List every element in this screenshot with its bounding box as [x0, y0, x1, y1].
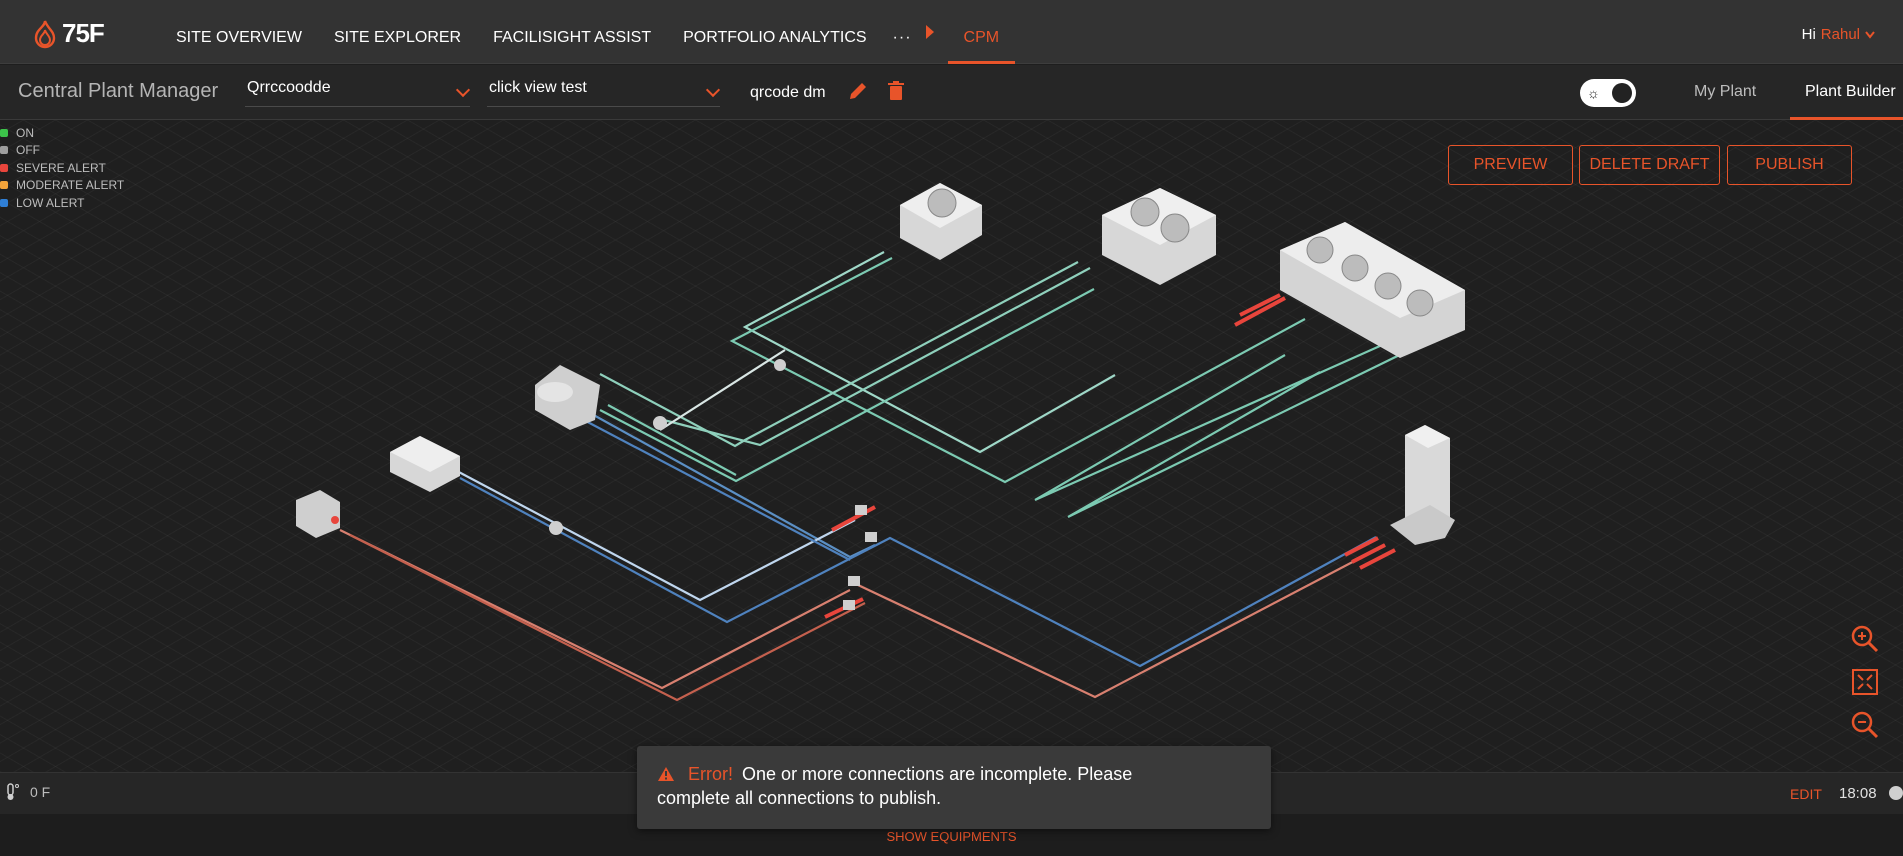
- toast-message-line2: complete all connections to publish.: [657, 788, 942, 808]
- flame-logo-icon: [34, 20, 56, 48]
- top-navigation-bar: 75F SITE OVERVIEW SITE EXPLORER FACILISI…: [0, 0, 1903, 64]
- site-select-value: Qrrccoodde: [247, 79, 331, 96]
- hot-water-pipes: [339, 529, 1396, 702]
- sun-icon: ☼: [1587, 85, 1600, 101]
- cooling-tower-3: [1280, 222, 1465, 358]
- thermometer-icon: [7, 783, 19, 800]
- user-menu[interactable]: Hi Rahul: [1802, 26, 1875, 43]
- main-nav: SITE OVERVIEW SITE EXPLORER FACILISIGHT …: [160, 0, 1016, 64]
- pencil-edit-icon[interactable]: [846, 79, 870, 103]
- draft-name: qrcode dm: [750, 84, 826, 101]
- chevron-down-icon: [705, 82, 721, 98]
- show-equipments-link[interactable]: SHOW EQUIPMENTS: [0, 829, 1903, 844]
- toast-first-line: Error! One or more connections are incom…: [657, 762, 1251, 786]
- theme-toggle[interactable]: ☼: [1580, 79, 1636, 107]
- chiller-unit: [535, 365, 600, 430]
- nav-site-overview[interactable]: SITE OVERVIEW: [160, 0, 318, 64]
- user-greeting: Hi: [1801, 26, 1816, 43]
- chevron-down-icon: [1865, 30, 1875, 39]
- clock-icon: [1889, 786, 1903, 800]
- clock-time: 18:08: [1839, 785, 1877, 802]
- tab-plant-builder[interactable]: Plant Builder: [1790, 65, 1903, 120]
- nav-portfolio-analytics[interactable]: PORTFOLIO ANALYTICS: [667, 0, 882, 64]
- nav-facilisight-assist[interactable]: FACILISIGHT ASSIST: [477, 0, 667, 64]
- brand-logo[interactable]: 75F: [32, 18, 105, 49]
- outside-temperature: 0 F: [4, 783, 50, 801]
- zoom-in-icon[interactable]: [1850, 624, 1880, 654]
- sub-header: Central Plant Manager Qrrccoodde click v…: [0, 65, 1903, 120]
- nav-more-menu[interactable]: ···: [883, 0, 918, 64]
- tab-my-plant[interactable]: My Plant: [1678, 65, 1772, 120]
- page-title: Central Plant Manager: [18, 80, 219, 102]
- chevron-down-icon: [455, 82, 471, 98]
- toast-message-line1: One or more connections are incomplete. …: [742, 764, 1133, 784]
- temperature-value: 0 F: [30, 784, 51, 800]
- edit-link[interactable]: EDIT: [1790, 786, 1822, 802]
- fit-to-screen-icon[interactable]: [1850, 667, 1880, 697]
- toast-title: Error!: [688, 764, 734, 784]
- error-toast: Error! One or more connections are incom…: [637, 746, 1271, 829]
- warning-icon: [658, 767, 674, 781]
- zoom-out-icon[interactable]: [1850, 710, 1880, 740]
- user-name: Rahul: [1820, 26, 1860, 43]
- plant-canvas[interactable]: ON OFF SEVERE ALERT MODERATE ALERT LOW A…: [0, 120, 1903, 772]
- boiler-unit: [296, 490, 340, 538]
- air-cooled-chiller: [390, 436, 460, 492]
- plant-diagram: [296, 183, 1465, 702]
- view-select[interactable]: click view test: [487, 79, 721, 107]
- view-select-value: click view test: [489, 79, 587, 96]
- cooling-tower-2: [1102, 188, 1216, 285]
- trash-icon[interactable]: [884, 79, 908, 103]
- building-unit: [1390, 425, 1455, 545]
- chilled-water-pipes: [454, 412, 1377, 668]
- nav-cpm[interactable]: CPM: [947, 0, 1016, 64]
- logo-text: 75F: [62, 18, 105, 48]
- cooling-tower-1: [900, 183, 982, 260]
- site-select[interactable]: Qrrccoodde: [245, 79, 471, 107]
- nav-scroll-right-icon[interactable]: [925, 25, 934, 39]
- nav-site-explorer[interactable]: SITE EXPLORER: [318, 0, 477, 64]
- toggle-knob: [1612, 83, 1632, 103]
